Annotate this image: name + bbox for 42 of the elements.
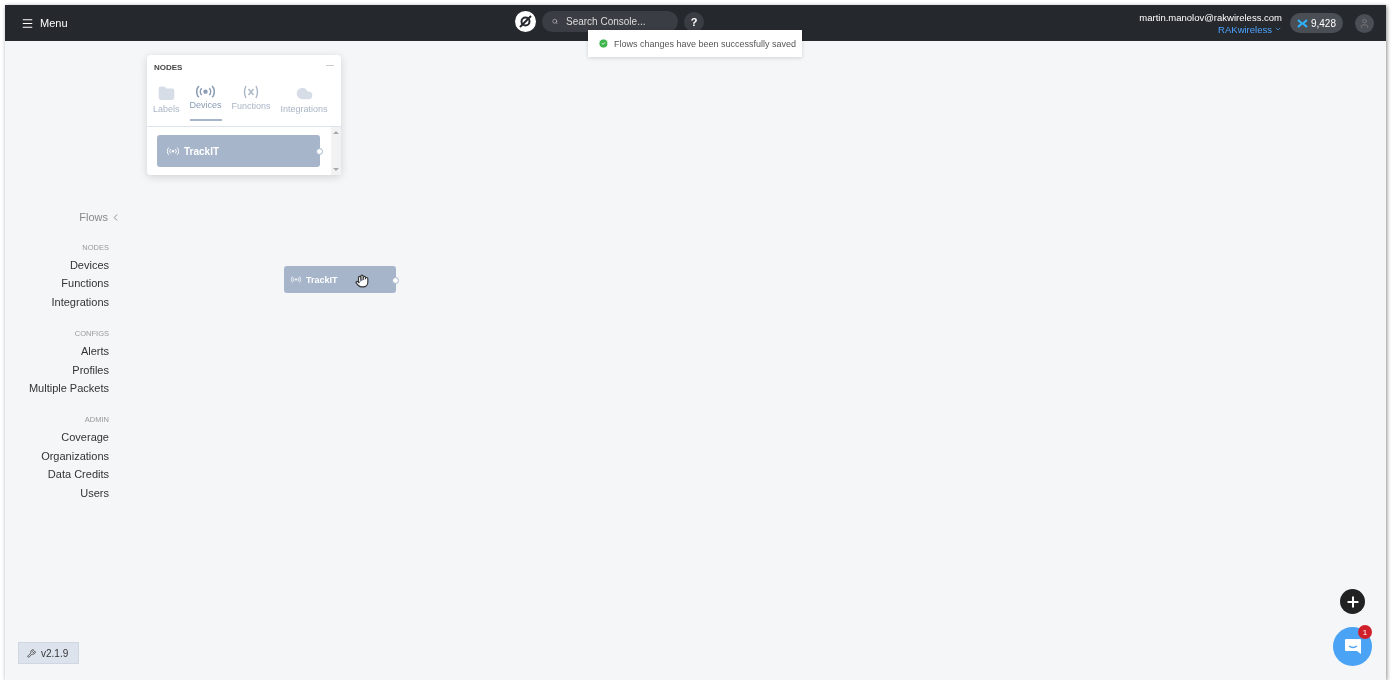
sidebar-link[interactable]: Functions: [61, 274, 109, 293]
plus-icon: [1344, 593, 1361, 610]
broadcast-icon: [167, 146, 179, 156]
success-toast: Flows changes have been successfully saved: [588, 30, 802, 57]
wrench-icon: [27, 648, 36, 658]
logo-icon[interactable]: [515, 11, 536, 32]
help-button[interactable]: ?: [684, 11, 704, 32]
user-email: martin.manolov@rakwireless.com: [1139, 11, 1282, 24]
avatar-button[interactable]: [1355, 13, 1374, 33]
add-button[interactable]: [1340, 589, 1365, 614]
credits-badge: 9,428: [1289, 13, 1343, 33]
user-icon: [1359, 17, 1370, 29]
folder-icon: [157, 85, 175, 102]
sidebar-link[interactable]: Users: [80, 483, 109, 503]
chat-button[interactable]: [1333, 627, 1372, 666]
version-badge: v2.1.9: [18, 642, 79, 664]
chevron-down-icon: [1273, 25, 1282, 33]
sidebar-link[interactable]: Data Credits: [47, 465, 109, 484]
sidebar-link[interactable]: Coverage: [61, 428, 109, 447]
notification-badge: 1: [1358, 625, 1372, 639]
sidebar-link[interactable]: Devices: [69, 256, 109, 275]
sidebar-link[interactable]: Profiles: [72, 360, 109, 380]
function-icon: [242, 85, 261, 99]
search-field[interactable]: Search Console...: [542, 11, 678, 32]
organization-dropdown[interactable]: RAKwireless: [1218, 23, 1282, 35]
cloud-icon: [295, 85, 313, 102]
sidebar-link[interactable]: Integrations: [51, 292, 109, 312]
hand-cursor-icon: [355, 274, 369, 288]
broadcast-icon: [196, 85, 216, 99]
check-icon: [598, 38, 609, 49]
sidebar-link[interactable]: Alerts: [80, 342, 109, 361]
sidebar-link[interactable]: Organizations: [41, 446, 109, 466]
menu-button[interactable]: Menu: [21, 16, 68, 30]
credits-icon: [1296, 18, 1308, 28]
palette-title: NODES: [154, 63, 183, 72]
menu-icon: [21, 16, 34, 30]
chat-icon: [1343, 638, 1362, 655]
broadcast-icon: [291, 276, 301, 283]
search-input[interactable]: Search Console...: [564, 15, 668, 28]
search-icon: [552, 16, 558, 27]
scrollbar[interactable]: [331, 127, 341, 175]
sidebar-link[interactable]: Multiple Packets: [28, 379, 109, 398]
